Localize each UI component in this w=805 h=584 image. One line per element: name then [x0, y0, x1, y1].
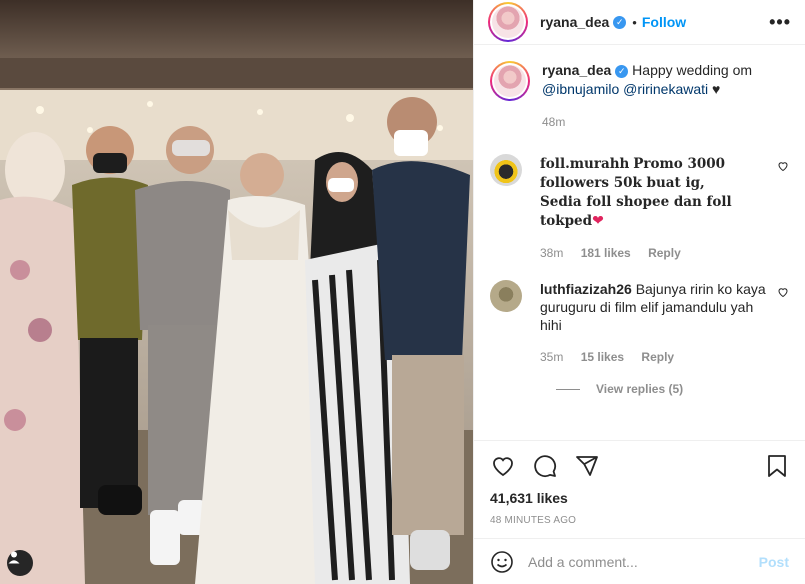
comment-item: luthfiazizah26 Bajunya ririn ko kaya gur… [490, 280, 789, 366]
like-button[interactable] [490, 454, 516, 478]
heart-emoji: ♥ [712, 81, 721, 97]
post-sidebar: ryana_dea ✓ • Follow ••• ryana_dea ✓ Happ… [473, 0, 805, 584]
comment-likes[interactable]: 15 likes [581, 350, 624, 364]
heart-emoji: ❤ [592, 212, 604, 228]
commenter-username[interactable]: foll.murahh [540, 156, 629, 172]
post-comment-button[interactable]: Post [759, 554, 789, 570]
like-comment-icon[interactable] [777, 160, 789, 172]
reply-button[interactable]: Reply [641, 350, 674, 364]
commenter-avatar[interactable] [490, 280, 522, 312]
mention-link[interactable]: @ririnekawati [623, 81, 708, 97]
like-comment-icon[interactable] [777, 286, 789, 298]
caption-body: Happy wedding om [632, 62, 753, 78]
view-replies[interactable]: View replies (5) [556, 382, 789, 396]
comment-meta: 38m 181 likes Reply [540, 244, 750, 262]
comment-time[interactable]: 35m [540, 350, 563, 364]
caption-text: ryana_dea ✓ Happy wedding om @ibnujamilo … [542, 61, 772, 132]
view-replies-label[interactable]: View replies (5) [596, 382, 683, 396]
caption-avatar[interactable] [490, 61, 530, 101]
post-actions-area: 41,631 likes 48 MINUTES AGO [474, 440, 805, 538]
comment-time[interactable]: 38m [540, 246, 563, 260]
comment-likes[interactable]: 181 likes [581, 246, 631, 260]
follow-button[interactable]: Follow [642, 14, 686, 30]
caption-time[interactable]: 48m [542, 115, 565, 129]
post-caption: ryana_dea ✓ Happy wedding om @ibnujamilo … [490, 61, 789, 132]
add-comment-bar: Add a comment... Post [474, 538, 805, 584]
verified-icon: ✓ [615, 64, 629, 78]
action-bar [490, 451, 789, 481]
verified-icon: ✓ [613, 15, 627, 29]
post-header: ryana_dea ✓ • Follow ••• [474, 0, 805, 45]
wedding-photo [0, 0, 473, 584]
separator-dot: • [632, 14, 637, 30]
tag-user-icon [8, 551, 20, 564]
bookmark-icon [768, 455, 786, 477]
mention-link[interactable]: @ibnujamilo [542, 81, 619, 97]
emoji-icon[interactable] [490, 550, 514, 574]
share-icon [576, 456, 598, 476]
comment-icon [534, 455, 557, 478]
tag-user-button[interactable] [7, 550, 33, 576]
comment-body: foll.murahh Promo 3000 followers 50k bua… [540, 154, 750, 262]
caption-username[interactable]: ryana_dea [542, 62, 611, 78]
more-icon[interactable]: ••• [769, 12, 791, 33]
commenter-username[interactable]: luthfiazizah26 [540, 281, 632, 297]
post-photo[interactable] [0, 0, 473, 584]
commenter-avatar[interactable] [490, 154, 522, 186]
instagram-post-frame: ryana_dea ✓ • Follow ••• ryana_dea ✓ Happ… [0, 0, 805, 584]
comment-body: luthfiazizah26 Bajunya ririn ko kaya gur… [540, 280, 768, 366]
author-avatar[interactable] [488, 2, 528, 42]
heart-icon [493, 457, 513, 477]
reply-button[interactable]: Reply [648, 246, 681, 260]
comment-item: foll.murahh Promo 3000 followers 50k bua… [490, 154, 789, 262]
post-timestamp[interactable]: 48 MINUTES AGO [490, 515, 789, 526]
likes-count[interactable]: 41,631 likes [490, 490, 789, 506]
share-button[interactable] [574, 454, 600, 478]
replies-divider [556, 388, 580, 390]
comment-button[interactable] [532, 454, 558, 478]
save-button[interactable] [765, 453, 789, 479]
author-username[interactable]: ryana_dea [540, 14, 609, 30]
comments-list: ryana_dea ✓ Happy wedding om @ibnujamilo … [474, 45, 805, 440]
caption-meta: 48m [542, 113, 772, 132]
comment-meta: 35m 15 likes Reply [540, 348, 768, 366]
comment-input[interactable]: Add a comment... [528, 554, 759, 570]
